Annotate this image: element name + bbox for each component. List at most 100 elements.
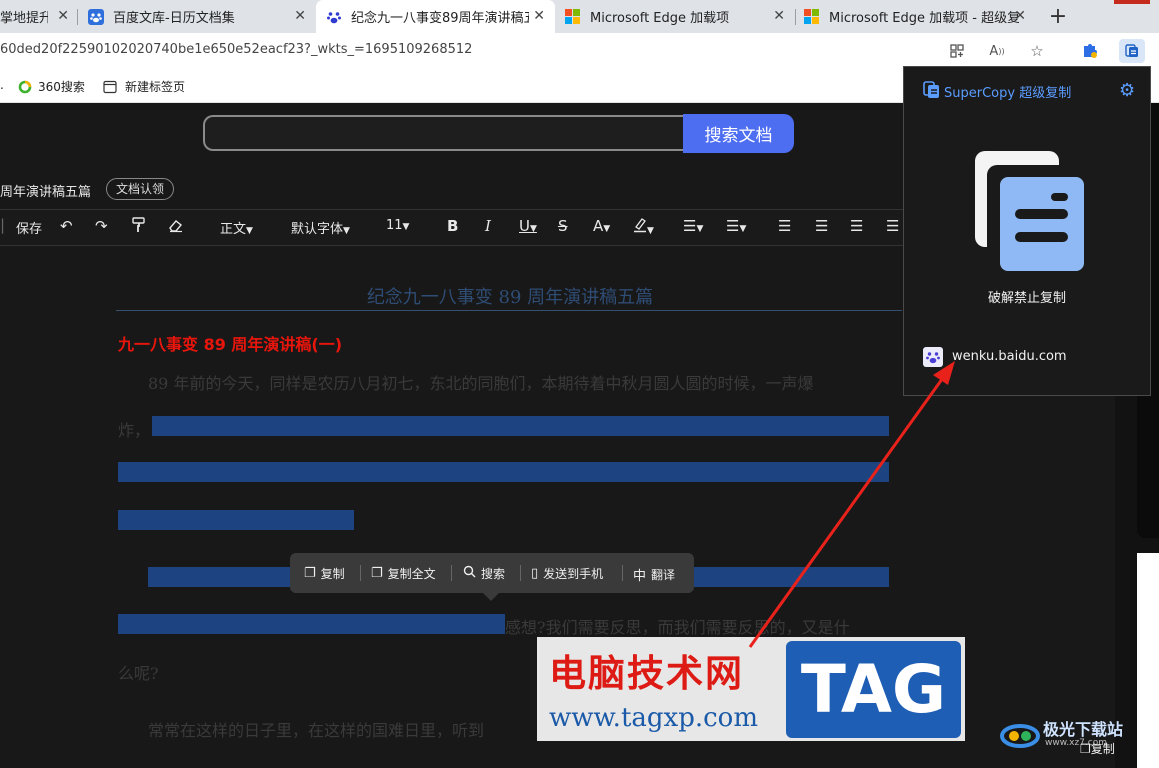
supercopy-extension-icon[interactable] [1119,39,1145,63]
watermark-url: www.tagxp.com [549,703,758,733]
read-aloud-icon[interactable]: A)) [984,39,1010,63]
bookmark-label: 新建标签页 [125,80,186,94]
unlock-copy-toggle-icon[interactable] [975,151,1085,277]
copy-icon: ❐ [304,566,316,581]
style-value: 正文 [220,222,247,237]
bold-icon[interactable]: B [447,217,458,235]
bookmark-partial[interactable]: . [0,78,4,92]
tab-title: 掌地提升E [0,11,48,26]
address-bar: 60ded20f22590102020740be1e650e52eacf23?_… [0,33,1159,69]
strikethrough-icon[interactable]: S [558,217,568,235]
document-search-input[interactable] [203,115,683,151]
redo-icon[interactable]: ↷ [95,217,108,235]
bookmark-new-tab[interactable]: 新建标签页 [103,78,185,95]
eraser-icon[interactable] [168,217,184,237]
document-claim-button[interactable]: 文档认领 [106,178,175,200]
tab-0[interactable]: 掌地提升E ✕ [0,0,75,33]
decrease-indent-icon[interactable]: ☰ [850,217,863,235]
window-close-edge[interactable] [1114,0,1150,4]
copy-all-menu-item[interactable]: ❐ 复制全文 [371,565,436,582]
paragraph-style-select[interactable]: 正文▼ [220,218,253,237]
360-search-icon [18,80,32,94]
baidu-paw-icon [88,8,104,25]
bookmark-dot: . [0,78,4,92]
tab-title: 纪念九一八事变89周年演讲稿五 [351,11,529,26]
bookmark-360[interactable]: 360搜索 [18,78,85,95]
split-screen-icon[interactable] [944,39,970,63]
font-family-select[interactable]: 默认字体▼ [291,218,350,237]
unlock-copy-label: 破解禁止复制 [987,291,1066,306]
chevron-down-icon: ▼ [246,226,253,236]
selection-context-menu: ❐ 复制 ❐ 复制全文 搜索 ▯ 发送到手机 中翻译 [290,553,694,593]
unordered-list-icon[interactable]: ☰ [815,217,828,235]
tab-2-active[interactable]: 纪念九一八事变89周年演讲稿五 ✕ [316,0,555,33]
close-icon[interactable]: ✕ [294,8,306,24]
watermark-tag-logo: TAG [786,641,961,738]
font-size-select[interactable]: 11▼ [386,218,409,233]
menu-divider [451,565,452,581]
font-color-icon[interactable]: A▼ [593,217,610,235]
url-text[interactable]: 60ded20f22590102020740be1e650e52eacf23?_… [0,42,472,57]
heading-divider [116,310,902,311]
underline-icon[interactable]: U▼ [519,217,537,235]
menu-label: 发送到手机 [543,567,604,581]
selected-text [118,614,505,634]
tab-title: 百度文库-日历文档集 [113,11,235,26]
context-menu-pointer [483,593,499,601]
format-painter-icon[interactable] [132,217,146,237]
italic-icon[interactable]: I [485,217,491,235]
menu-label: 翻译 [651,568,676,582]
close-icon[interactable]: ✕ [533,8,545,24]
microsoft-logo-icon [565,8,581,25]
settings-gear-icon[interactable]: ⚙ [1119,80,1135,101]
paragraph-line: 么呢? [118,664,159,683]
font-value: 默认字体 [291,222,344,237]
chevron-down-icon: ▼ [402,222,410,232]
tab-title: Microsoft Edge 加载项 - 超级复制 [829,11,1019,26]
favorite-star-icon[interactable]: ☆ [1024,39,1050,63]
tab-1[interactable]: 百度文库-日历文档集 ✕ [78,0,316,33]
new-tab-button[interactable]: + [1040,2,1076,31]
baidu-paw-icon [326,9,342,25]
increase-indent-icon[interactable]: ☰ [886,217,899,235]
close-icon[interactable]: ✕ [773,8,785,24]
new-tab-page-icon [103,80,117,94]
extension-puzzle-icon[interactable] [1077,39,1103,63]
chevron-down-icon: ▼ [343,226,350,236]
menu-divider [360,565,361,581]
tab-4[interactable]: Microsoft Edge 加载项 - 超级复制 ✕ [796,0,1036,33]
toolbar-divider: | [0,216,6,234]
ordered-list-icon[interactable]: ☰ [778,217,791,235]
jiguang-watermark: 极光下载站 [1043,720,1124,739]
send-to-phone-menu-item[interactable]: ▯ 发送到手机 [531,565,603,582]
annotation-arrow [748,361,955,648]
paragraph-line: 常常在这样的日子里，在这样的国难日里，听到 [148,721,485,740]
search-menu-item[interactable]: 搜索 [463,565,505,582]
microsoft-logo-icon [804,8,820,25]
translate-icon: 中 [633,569,647,584]
copy-mini-button[interactable]: ❐复制 [1080,740,1115,757]
close-icon[interactable]: ✕ [57,8,69,24]
undo-icon[interactable]: ↶ [60,217,73,235]
menu-label: 复制全文 [387,567,436,581]
line-spacing-icon[interactable]: ☰▼ [726,217,746,235]
size-value: 11 [386,218,403,233]
search-docs-button[interactable]: 搜索文档 [683,114,794,153]
copy-menu-item[interactable]: ❐ 复制 [304,565,345,582]
save-button[interactable]: 保存 [16,218,42,237]
translate-menu-item[interactable]: 中翻译 [633,565,675,584]
highlight-color-icon[interactable]: ▼ [633,217,654,237]
search-icon [463,565,476,582]
bookmark-label: 360搜索 [38,80,85,94]
paragraph-line: 炸， [118,421,151,440]
jiguang-logo-icon [1000,714,1040,754]
side-card-light [1137,553,1159,768]
watermark-title: 电脑技术网 [549,652,744,695]
menu-label: 复制 [320,567,345,581]
menu-label: 搜索 [481,567,506,581]
close-icon[interactable]: ✕ [1014,8,1026,24]
align-icon[interactable]: ☰▼ [683,217,703,235]
popup-title: SuperCopy 超级复制 [944,86,1072,101]
tab-3[interactable]: Microsoft Edge 加载项 ✕ [555,0,795,33]
selected-text [148,567,290,587]
